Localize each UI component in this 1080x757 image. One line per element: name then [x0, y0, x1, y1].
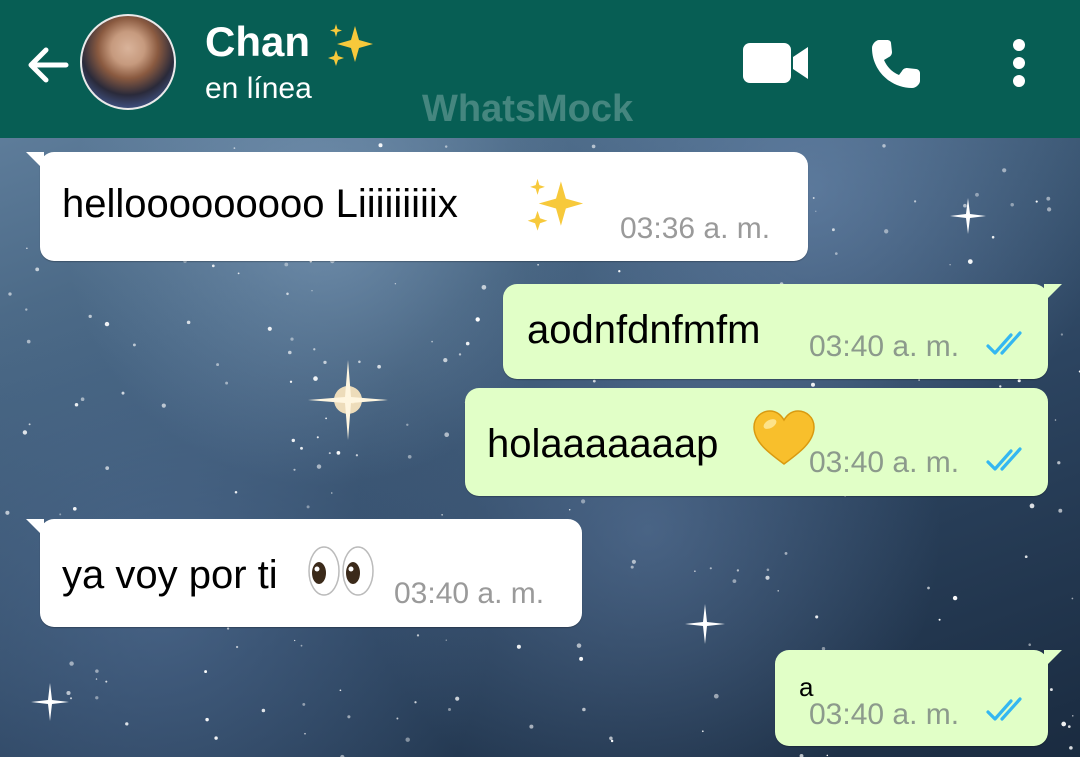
- contact-status: en línea: [205, 72, 312, 105]
- sparkles-icon: [328, 24, 373, 66]
- read-ticks-icon: [986, 447, 1022, 471]
- message-incoming[interactable]: ya voy por ti 03:40 a. m.: [26, 519, 582, 627]
- read-ticks-icon: [986, 697, 1022, 721]
- message-text: holaaaaaaap: [487, 422, 719, 466]
- read-ticks-icon: [986, 331, 1022, 355]
- message-outgoing[interactable]: a 03:40 a. m.: [775, 650, 1062, 746]
- chat-screen: Chan en línea WhatsMock hellooooooooo Li…: [0, 0, 1080, 757]
- watermark: WhatsMock: [422, 88, 634, 130]
- message-time: 03:40 a. m.: [809, 330, 960, 363]
- back-arrow-icon[interactable]: [22, 40, 72, 90]
- message-incoming[interactable]: hellooooooooo Liiiiiiiiix 03:36 a. m.: [26, 152, 808, 261]
- avatar[interactable]: [80, 14, 176, 110]
- message-time: 03:40 a. m.: [394, 577, 545, 610]
- more-vert-icon[interactable]: [1008, 38, 1030, 88]
- sparkles-emoji-icon: [527, 178, 584, 231]
- contact-name[interactable]: Chan: [205, 18, 310, 66]
- video-call-icon[interactable]: [742, 41, 810, 85]
- chat-header: Chan en línea WhatsMock: [0, 0, 1080, 138]
- message-text: hellooooooooo Liiiiiiiiix: [62, 182, 458, 226]
- message-time: 03:36 a. m.: [620, 212, 771, 245]
- eyes-emoji-icon: [308, 546, 374, 596]
- message-outgoing[interactable]: aodnfdnfmfm 03:40 a. m.: [503, 284, 1062, 379]
- message-time: 03:40 a. m.: [809, 698, 960, 731]
- message-text: aodnfdnfmfm: [527, 308, 761, 352]
- yellow-heart-emoji-icon: [753, 410, 815, 465]
- phone-icon[interactable]: [868, 36, 924, 92]
- message-time: 03:40 a. m.: [809, 446, 960, 479]
- message-outgoing[interactable]: holaaaaaaap 03:40 a. m.: [465, 388, 1048, 496]
- message-text: ya voy por ti: [62, 553, 278, 597]
